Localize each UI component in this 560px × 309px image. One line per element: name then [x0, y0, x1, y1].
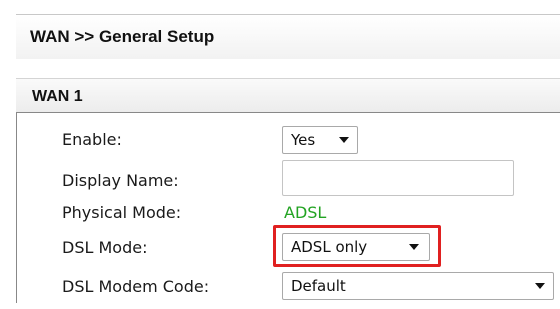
dsl-modem-code-select-value: Default [291, 277, 346, 295]
physical-mode-value: ADSL [284, 203, 327, 222]
enable-label: Enable: [62, 130, 122, 149]
display-name-label: Display Name: [62, 171, 179, 190]
section-title: WAN 1 [32, 88, 83, 105]
enable-select-value: Yes [291, 131, 316, 149]
highlight-box [273, 225, 441, 267]
dsl-modem-code-label: DSL Modem Code: [62, 277, 210, 296]
breadcrumb-bar: WAN >> General Setup [16, 14, 560, 59]
section-header: WAN 1 [16, 78, 560, 113]
chevron-down-icon [535, 283, 545, 289]
breadcrumb: WAN >> General Setup [30, 27, 215, 46]
enable-select[interactable]: Yes [282, 126, 358, 154]
chevron-down-icon [339, 137, 349, 143]
dsl-modem-code-select[interactable]: Default [282, 272, 554, 300]
physical-mode-label: Physical Mode: [62, 203, 182, 222]
display-name-field[interactable] [282, 160, 514, 196]
dsl-mode-label: DSL Mode: [62, 238, 148, 257]
